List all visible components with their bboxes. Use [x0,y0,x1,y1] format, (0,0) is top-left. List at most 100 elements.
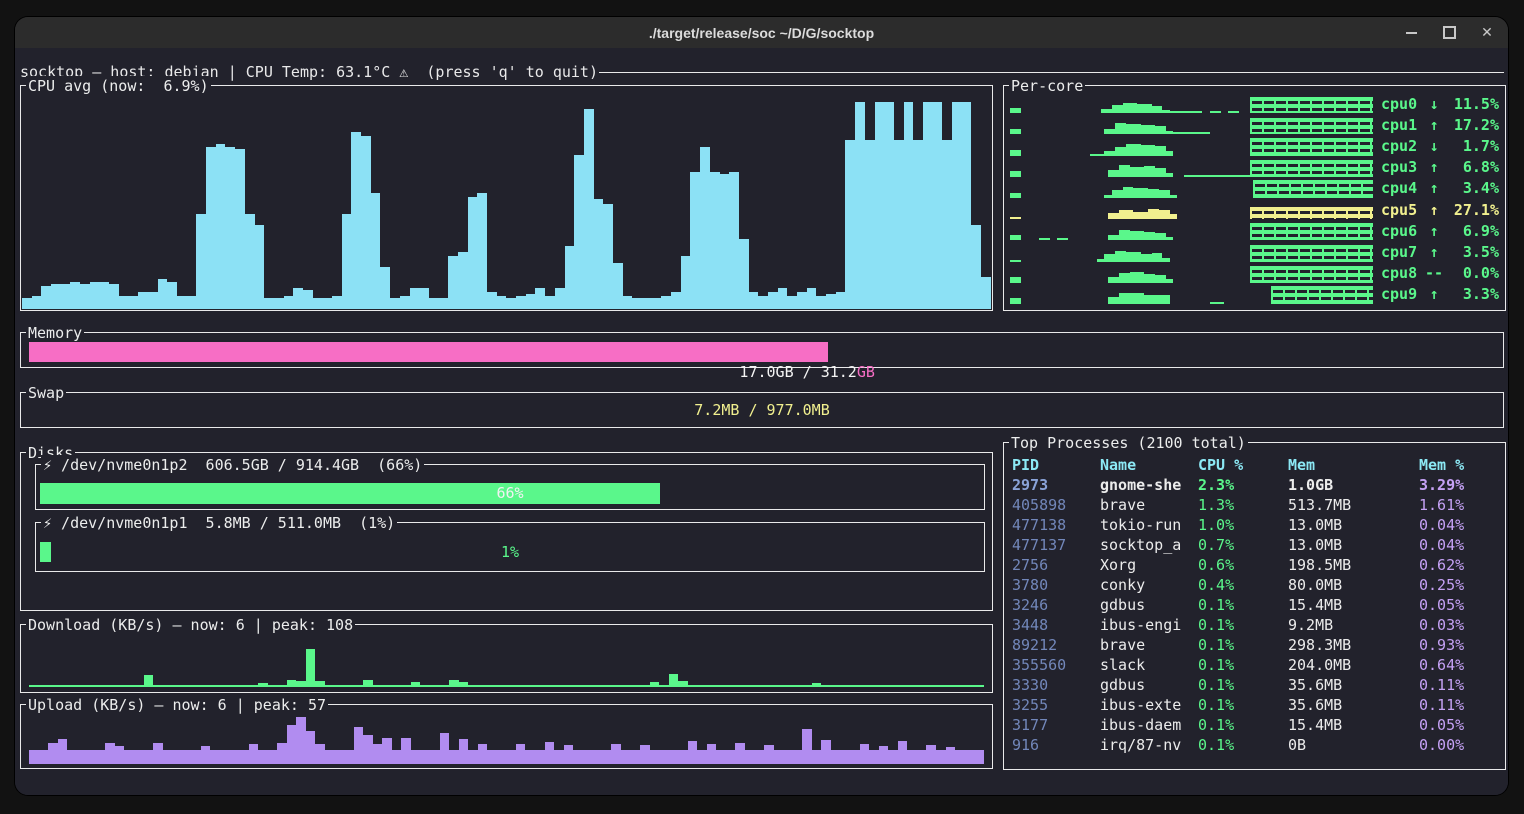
process-row[interactable]: 3780conky0.4%80.0MB0.25% [1012,575,1497,595]
process-row[interactable]: 477137socktop_a0.7%13.0MB0.04% [1012,535,1497,555]
minimize-button[interactable] [1404,26,1418,40]
sparkline-segment [1115,123,1126,135]
process-row[interactable]: 2973gnome-she2.3%1.0GB3.29% [1012,475,1497,495]
download-panel: Download (KB/s) — now: 6 | peak: 108 [20,624,993,693]
process-cell: 2756 [1012,555,1100,575]
process-cell: 0.7% [1198,535,1288,555]
process-row[interactable]: 3255ibus-exte0.1%35.6MB0.11% [1012,695,1497,715]
chart-bar [888,750,898,764]
close-button[interactable]: ✕ [1480,26,1494,40]
chart-bar [632,298,642,309]
chart-bar [296,681,306,687]
chart-bar [894,140,904,309]
cpu-sparkline [1010,242,1373,261]
chart-bar [392,750,402,764]
sparkline-segment [1250,207,1373,219]
process-row[interactable]: 916irq/87-nv0.1%0B0.00% [1012,735,1497,755]
process-cell: 0.04% [1419,515,1497,535]
sparkline-segment [1115,147,1126,156]
chart-bar [119,296,129,309]
process-row[interactable]: 405898brave1.3%513.7MB1.61% [1012,495,1497,515]
process-cell: gdbus [1100,595,1198,615]
sparkline-segment [1010,298,1021,304]
disk-bar: 66% [40,483,980,504]
sparkline-segment [1144,166,1155,177]
memory-bar: 17.0GB / 31.2GB [29,342,1495,362]
chart-bar [875,102,885,309]
chart-bar [611,744,621,764]
chart-bar [22,298,32,309]
cpu-core-label: cpu4↑3.4% [1381,178,1499,199]
chart-bar [478,744,488,764]
process-cell: 2973 [1012,475,1100,495]
process-row[interactable]: 89212brave0.1%298.3MB0.93% [1012,635,1497,655]
chart-bar [584,109,594,309]
chart-bar [720,174,730,309]
process-cell: 3255 [1012,695,1100,715]
sparkline-segment [1133,212,1148,220]
chart-bar [574,155,584,309]
percore-row: cpu9↑3.3% [1010,284,1499,305]
process-row[interactable]: 3177ibus-daem0.1%15.4MB0.05% [1012,715,1497,735]
chart-bar [525,750,535,764]
chart-bar [716,685,726,687]
process-row[interactable]: 3246gdbus0.1%15.4MB0.05% [1012,595,1497,615]
cpu-sparkline [1010,200,1373,219]
chart-bar [700,147,710,309]
app-header: socktop — host: debian | CPU Temp: 63.1°… [20,62,1504,82]
swap-panel: Swap 7.2MB / 977.0MB [20,392,1504,428]
chart-bar [70,282,80,309]
maximize-button[interactable] [1442,26,1456,40]
chart-bar [29,685,39,687]
terminal-content[interactable]: socktop — host: debian | CPU Temp: 63.1°… [15,48,1508,795]
process-cell: 80.0MB [1288,575,1419,595]
process-cell: 3448 [1012,615,1100,635]
chart-bar [400,296,410,309]
chart-bar [787,296,797,309]
chart-bar [652,298,662,309]
chart-bar [913,140,923,309]
chart-bar [933,102,943,309]
chart-bar [855,102,865,309]
chart-bar [764,745,774,764]
chart-bar [812,683,822,687]
chart-bar [468,685,478,687]
chart-bar [410,288,420,309]
sparkline-segment [1010,108,1021,113]
chart-bar [826,294,836,309]
process-row[interactable]: 477138tokio-run1.0%13.0MB0.04% [1012,515,1497,535]
disk-nvme0n1p1: ⚡ /dev/nvme0n1p1 5.8MB / 511.0MB (1%) 1% [35,522,985,572]
sparkline-segment [1170,111,1203,113]
chart-bar [602,750,612,764]
chart-bar [449,750,459,764]
chart-bar [105,743,115,764]
process-row[interactable]: 3448ibus-engi0.1%9.2MB0.03% [1012,615,1497,635]
chart-bar [884,102,894,309]
percore-row: cpu7↑3.5% [1010,241,1499,262]
process-row[interactable]: 3330gdbus0.1%35.6MB0.11% [1012,675,1497,695]
process-cell: slack [1100,655,1198,675]
process-cell: 15.4MB [1288,595,1419,615]
process-cell: 1.0% [1198,515,1288,535]
memory-panel: Memory 17.0GB / 31.2GB [20,332,1504,368]
sparkline-segment [1108,235,1119,241]
chart-bar [860,744,870,764]
process-cell: 0.1% [1198,695,1288,715]
process-row[interactable]: 2756Xorg0.6%198.5MB0.62% [1012,555,1497,575]
cpu-core-label: cpu1↑17.2% [1381,114,1499,135]
chart-bar [688,741,698,764]
chart-bar [105,685,115,687]
sparkline-segment [1010,277,1021,282]
chart-bar [535,685,545,687]
chart-bar [124,750,134,764]
chart-bar [363,680,373,687]
chart-bar [48,743,58,764]
chart-bar [840,685,850,687]
chart-bar [926,745,936,764]
process-cell: 1.61% [1419,495,1497,515]
process-cell: 355560 [1012,655,1100,675]
process-cell: 916 [1012,735,1100,755]
chart-bar [419,288,429,309]
process-row[interactable]: 355560slack0.1%204.0MB0.64% [1012,655,1497,675]
chart-bar [124,685,134,687]
